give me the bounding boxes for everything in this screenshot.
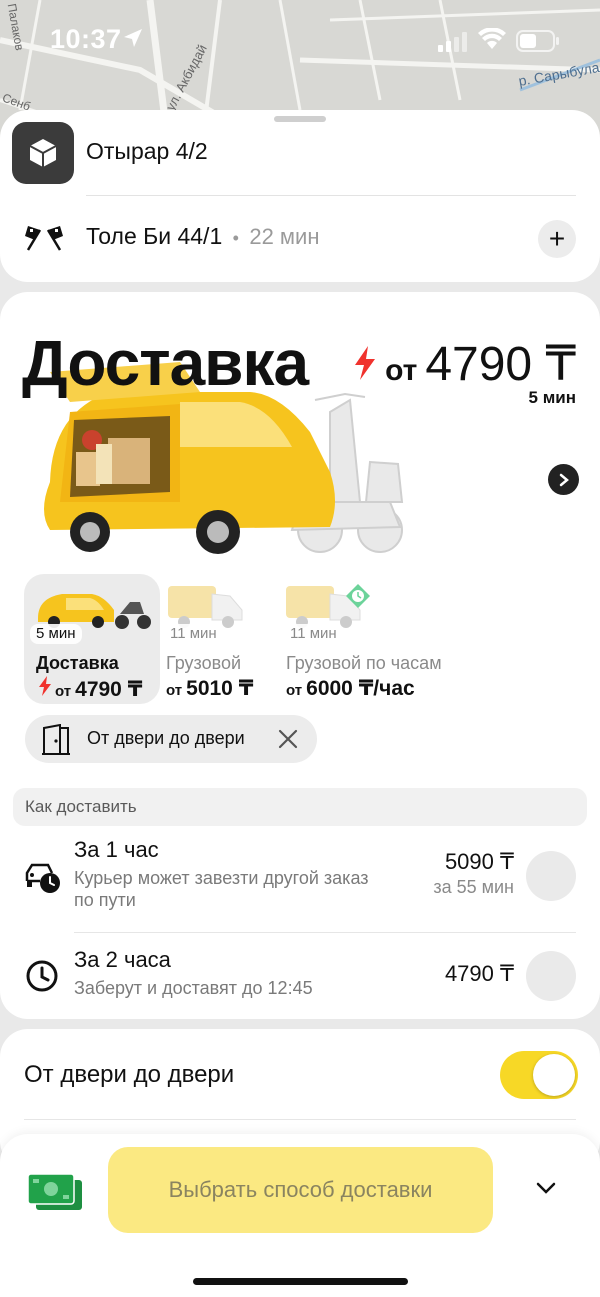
option-price: 4790 ₸: [444, 961, 514, 986]
location-arrow-icon: [124, 29, 142, 47]
dropoff-address-line[interactable]: Толе Би 44/1 • 22 мин: [86, 223, 320, 250]
door-to-door-chip[interactable]: От двери до двери: [25, 715, 317, 763]
toggle-knob: [533, 1054, 575, 1096]
van-thumbnail: [168, 586, 243, 628]
hero-price-prefix: от: [385, 354, 418, 387]
tariff-title: Доставка: [22, 327, 309, 399]
status-bar: 10:37: [0, 0, 600, 80]
wifi-icon: [478, 28, 506, 49]
tariff-price-prefix: от: [55, 683, 72, 700]
option-subtitle: Заберут и доставят до 12:45: [74, 978, 313, 998]
status-time: 10:37: [50, 24, 122, 54]
tariff-eta: 11 мин: [284, 624, 343, 644]
option-radio[interactable]: [526, 851, 576, 901]
divider: [86, 195, 576, 196]
hero-price-value: 4790 ₸: [425, 338, 576, 391]
separator-dot: •: [232, 228, 239, 248]
car-clock-icon: [25, 863, 60, 893]
tariff-name: Грузовой по часам: [286, 653, 442, 673]
delivery-option-1h[interactable]: За 1 час Курьер может завезти другой зак…: [0, 837, 600, 937]
bottom-action-bar: Выбрать способ доставки: [0, 1134, 600, 1297]
tariff-price-value: 6000 ₸/час: [306, 677, 415, 700]
route-card: Отырар 4/2 Толе Би 44/1 • 22 мин +: [0, 110, 600, 282]
tariff-price-value: 5010 ₸: [186, 677, 254, 700]
delivery-card: Доставка от 4790 ₸ 5 мин 5 мин Доставка: [0, 292, 600, 1019]
hero-eta: 5 мин: [528, 388, 576, 407]
car-scooter-thumbnail: [38, 594, 151, 629]
next-tariff-button[interactable]: [548, 464, 579, 495]
drag-handle[interactable]: [274, 116, 326, 122]
tariff-price-prefix: от: [286, 682, 303, 699]
van-clock-thumbnail: [286, 584, 370, 628]
tariff-price: от 4790 ₸: [38, 676, 142, 702]
close-icon[interactable]: [277, 728, 299, 750]
door-to-door-toggle[interactable]: [500, 1051, 578, 1099]
tariff-price: от 5010 ₸: [166, 676, 253, 701]
home-indicator[interactable]: [193, 1278, 408, 1285]
cellular-signal-icon: [438, 32, 467, 52]
delivery-option-2h[interactable]: За 2 часа Заберут и доставят до 12:45 47…: [0, 947, 600, 1017]
clock-icon: [26, 960, 58, 992]
tariff-eta: 5 мин: [30, 624, 82, 644]
lightning-icon: [355, 346, 376, 380]
option-subtitle: Курьер может завезти другой заказ по пут…: [74, 868, 369, 910]
chip-label: От двери до двери: [87, 728, 245, 748]
pickup-address[interactable]: Отырар 4/2: [86, 138, 208, 165]
cash-payment-icon[interactable]: [26, 1172, 84, 1212]
tariff-cargo-hourly[interactable]: 11 мин Грузовой по часам от 6000 ₸/час: [284, 574, 474, 704]
tariff-price-prefix: от: [166, 682, 183, 699]
cta-label: Выбрать способ доставки: [168, 1177, 433, 1202]
option-title: За 1 час: [74, 837, 159, 862]
divider: [24, 1119, 576, 1120]
section-title: Как доставить: [25, 797, 137, 816]
tariff-price: от 6000 ₸/час: [286, 676, 415, 701]
chevron-down-icon[interactable]: [534, 1180, 558, 1196]
door-to-door-label: От двери до двери: [24, 1061, 235, 1088]
door-icon: [42, 724, 70, 755]
pickup-point-icon: [12, 122, 74, 184]
tariff-delivery[interactable]: 5 мин Доставка от 4790 ₸: [24, 574, 160, 704]
add-stop-button[interactable]: +: [538, 220, 576, 258]
tariff-name: Доставка: [36, 653, 119, 673]
option-price: 5090 ₸: [444, 849, 514, 874]
tariff-price-value: 4790 ₸: [75, 678, 143, 701]
box-icon: [29, 139, 57, 167]
tariff-cargo[interactable]: 11 мин Грузовой от 5010 ₸: [164, 574, 282, 704]
finish-flags-icon: [25, 226, 63, 251]
route-eta: 22 мин: [249, 224, 320, 249]
select-delivery-method-button[interactable]: Выбрать способ доставки: [108, 1147, 493, 1233]
divider: [74, 932, 576, 933]
tariff-name: Грузовой: [166, 653, 242, 673]
hero-price: от 4790 ₸: [353, 336, 576, 392]
option-price-eta: за 55 мин: [433, 877, 514, 897]
lightning-icon: [39, 676, 51, 696]
section-header: Как доставить: [13, 788, 587, 826]
tariff-eta: 11 мин: [164, 624, 223, 644]
option-radio[interactable]: [526, 951, 576, 1001]
dropoff-address: Толе Би 44/1: [86, 223, 223, 249]
option-title: За 2 часа: [74, 947, 171, 972]
chevron-right-icon: [559, 473, 569, 486]
battery-icon: [516, 30, 559, 52]
